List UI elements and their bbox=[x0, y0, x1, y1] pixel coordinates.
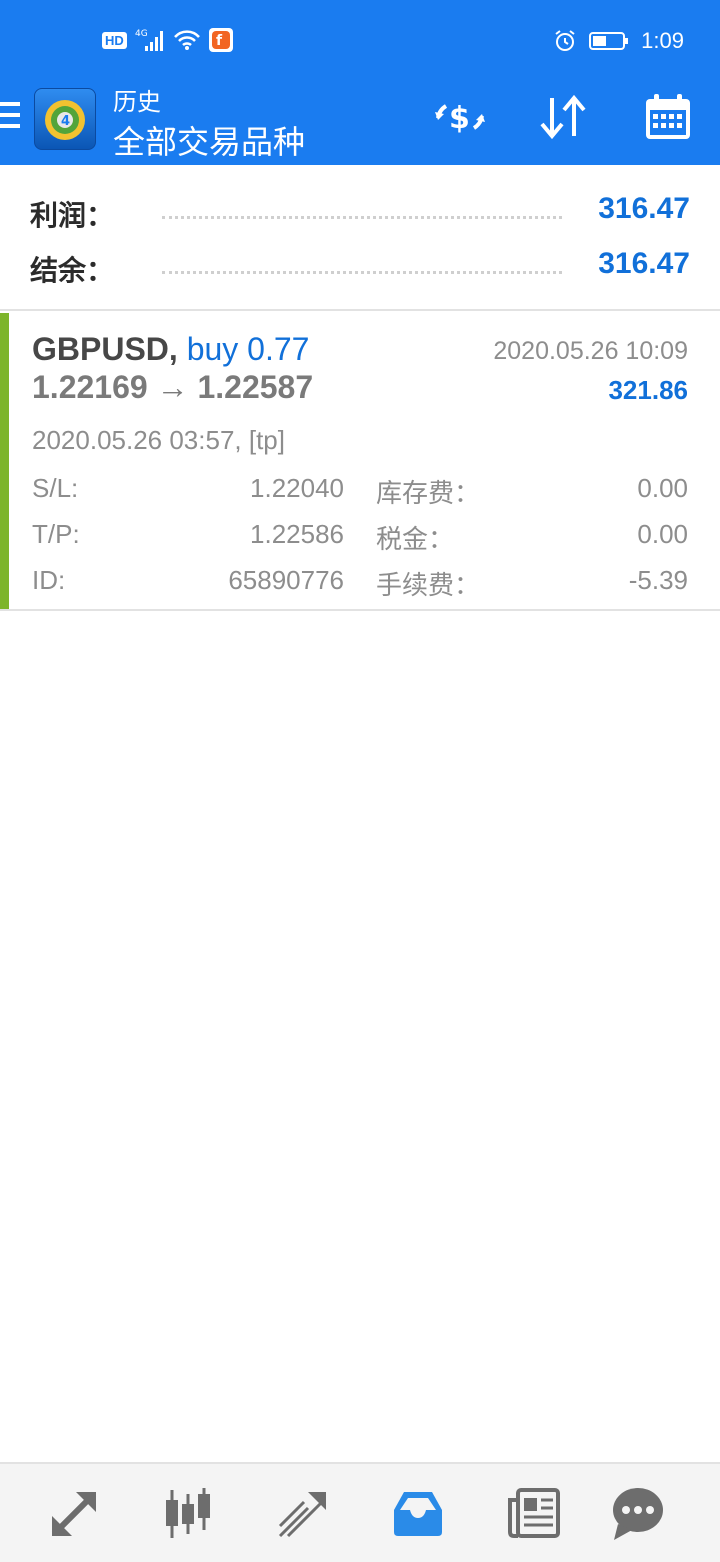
trade-side: buy 0.77 bbox=[186, 331, 310, 367]
trade-symbol: GBPUSD, bbox=[32, 331, 178, 367]
close-time: 2020.05.26 10:09 bbox=[493, 337, 688, 365]
open-time: 2020.05.26 03:57, [tp] bbox=[32, 425, 285, 455]
summary-profit-row: 利润： 316.47 bbox=[30, 186, 690, 236]
swap-value: 0.00 bbox=[637, 473, 688, 503]
currency-exchange-icon[interactable]: $ bbox=[432, 92, 488, 142]
symbol-filter[interactable]: 全部交易品种 bbox=[113, 117, 305, 163]
summary-value: 316.47 bbox=[598, 247, 690, 280]
tp-value: 1.22586 bbox=[250, 519, 344, 549]
svg-text:4G: 4G bbox=[135, 29, 148, 39]
news-icon[interactable] bbox=[506, 1486, 562, 1542]
buy-indicator bbox=[0, 313, 9, 609]
leader-dots bbox=[162, 271, 562, 274]
app-bar: 4 历史 全部交易品种 $ bbox=[0, 82, 720, 165]
summary-label: 结余： bbox=[30, 255, 115, 286]
bottom-navigation bbox=[0, 1462, 720, 1562]
divider bbox=[0, 609, 720, 611]
wifi-icon bbox=[173, 30, 200, 50]
tax-label: 税金： bbox=[376, 524, 455, 554]
leader-dots bbox=[162, 216, 562, 219]
summary-balance-row: 结余： 316.47 bbox=[30, 241, 690, 291]
summary-label: 利润： bbox=[30, 200, 115, 231]
svg-text:$: $ bbox=[449, 101, 470, 136]
calendar-icon[interactable] bbox=[642, 92, 698, 142]
id-value: 65890776 bbox=[228, 565, 344, 595]
svg-text:f: f bbox=[216, 33, 223, 49]
trade-symbol-line: GBPUSD, buy 0.77 bbox=[32, 331, 309, 368]
page-title: 历史 bbox=[113, 89, 161, 116]
tax-value: 0.00 bbox=[637, 519, 688, 549]
svg-text:4: 4 bbox=[61, 114, 70, 129]
hd-indicator: HD bbox=[102, 31, 127, 49]
menu-icon[interactable] bbox=[0, 102, 20, 136]
commission-label: 手续费： bbox=[376, 570, 481, 600]
trade-history-item[interactable]: GBPUSD, buy 0.77 1.22169 → 1.22587 2020.… bbox=[0, 311, 720, 611]
sl-label: S/L: bbox=[32, 473, 79, 503]
signal-icon: 4G bbox=[135, 29, 163, 51]
status-bar: HD 4G f 1:09 bbox=[0, 0, 720, 82]
trade-icon[interactable] bbox=[274, 1486, 330, 1542]
tp-label: T/P: bbox=[32, 519, 80, 549]
alarm-icon bbox=[555, 30, 575, 51]
trade-profit: 321.86 bbox=[608, 375, 688, 405]
trade-prices: 1.22169 → 1.22587 bbox=[32, 369, 314, 405]
status-time: 1:09 bbox=[641, 28, 684, 53]
app-notification-icon: f bbox=[208, 28, 233, 52]
summary-value: 316.47 bbox=[598, 192, 690, 225]
chat-icon[interactable] bbox=[610, 1486, 666, 1542]
battery-icon bbox=[589, 32, 629, 50]
sl-value: 1.22040 bbox=[250, 473, 344, 503]
commission-value: -5.39 bbox=[628, 565, 688, 595]
history-icon[interactable] bbox=[390, 1486, 446, 1542]
sort-icon[interactable] bbox=[536, 92, 592, 142]
top-app-bar: HD 4G f 1:09 4 历史 全部交易品种 $ bbox=[0, 0, 720, 165]
swap-label: 库存费： bbox=[376, 478, 481, 508]
chart-icon[interactable] bbox=[160, 1486, 216, 1542]
app-logo: 4 bbox=[34, 88, 96, 150]
id-label: ID: bbox=[32, 565, 66, 595]
quotes-icon[interactable] bbox=[46, 1486, 102, 1542]
